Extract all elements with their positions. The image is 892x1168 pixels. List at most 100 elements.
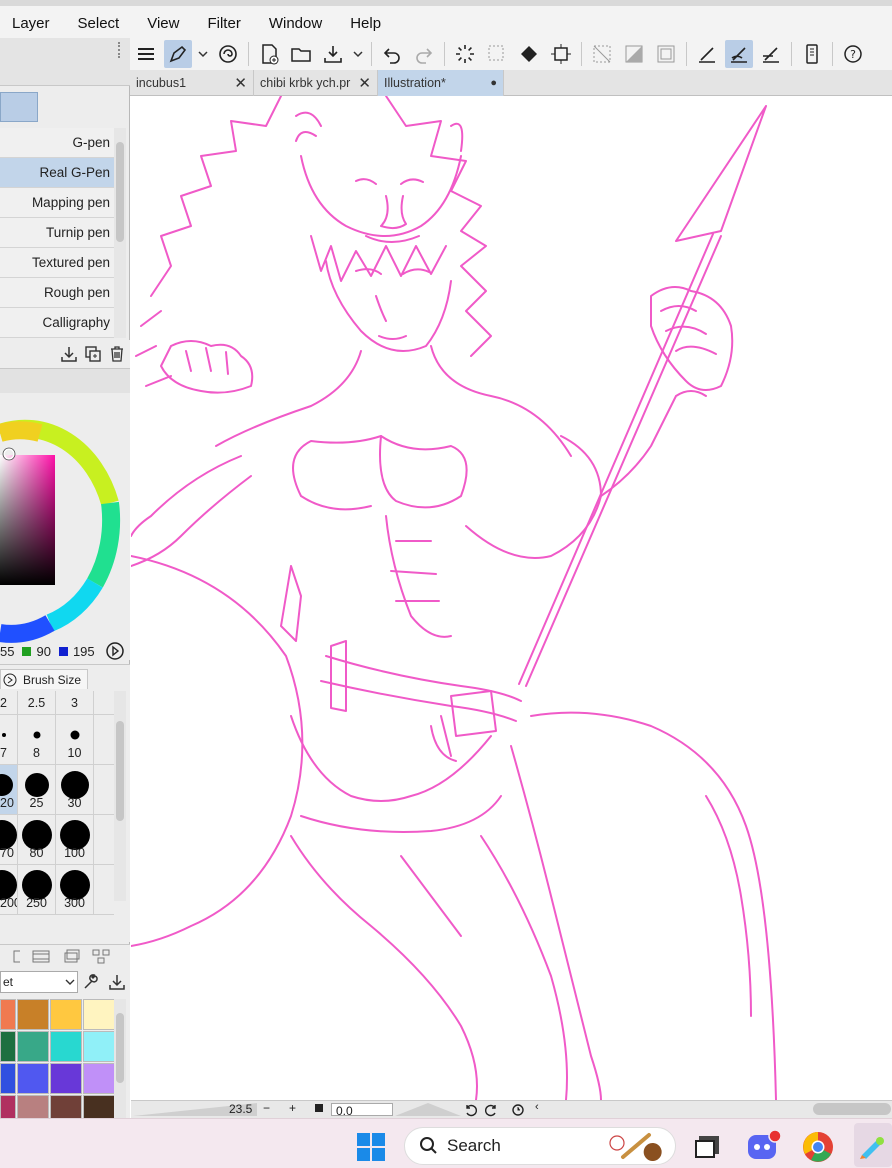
menu-icon[interactable] [132, 40, 160, 68]
brush-textured-pen[interactable]: Textured pen [0, 248, 114, 278]
angle-slider[interactable] [395, 1103, 461, 1116]
tab-incubus1[interactable]: incubus1 ✕ [130, 70, 254, 96]
help-icon[interactable]: ? [839, 40, 867, 68]
color-swatch[interactable] [0, 1031, 16, 1062]
size-cell[interactable]: 250 [18, 865, 56, 914]
windows-start-icon[interactable] [356, 1132, 386, 1162]
grip-icon[interactable] [118, 42, 124, 58]
size-cell[interactable]: 200 [0, 865, 18, 914]
color-swatch[interactable] [17, 999, 49, 1030]
rotate-right-icon[interactable] [485, 1103, 499, 1117]
frame-icon[interactable] [652, 40, 680, 68]
size-cell[interactable]: 10 [56, 715, 94, 764]
unsaved-dot-icon[interactable]: ● [484, 77, 497, 89]
device-icon[interactable] [798, 40, 826, 68]
tab-brush-size[interactable]: Brush Size [0, 669, 89, 689]
angle-field[interactable]: 0.0 [331, 1103, 393, 1118]
menu-layer[interactable]: Layer [0, 15, 64, 32]
size-cell[interactable]: 80 [18, 815, 56, 864]
pen-tool-icon[interactable] [164, 40, 192, 68]
color-swatch[interactable] [50, 1031, 82, 1062]
wrench-icon[interactable] [82, 973, 100, 991]
color-swatch[interactable] [0, 999, 16, 1030]
color-swatch[interactable] [17, 1063, 49, 1094]
menu-view[interactable]: View [133, 15, 193, 32]
undo-icon[interactable] [378, 40, 406, 68]
color-swatch[interactable] [83, 1031, 115, 1062]
film-icon[interactable] [2, 948, 20, 964]
import-icon[interactable] [108, 973, 126, 991]
size-cell[interactable]: 300 [56, 865, 94, 914]
color-wheel[interactable] [0, 393, 130, 643]
brush-calligraphy[interactable]: Calligraphy [0, 308, 114, 338]
clip-studio-taskbar-button[interactable] [854, 1123, 892, 1167]
close-icon[interactable]: ✕ [228, 74, 247, 92]
chrome-icon[interactable] [802, 1131, 834, 1163]
chevron-down-icon[interactable] [351, 40, 365, 68]
menu-filter[interactable]: Filter [193, 15, 254, 32]
size-cell-selected[interactable]: 20 [0, 765, 18, 814]
size-cell[interactable]: 7 [0, 715, 18, 764]
snap-special-ruler-icon[interactable] [757, 40, 785, 68]
taskbar-search[interactable]: Search [404, 1127, 676, 1165]
brush-size-scrollbar[interactable] [114, 691, 126, 901]
import-icon[interactable] [60, 345, 78, 363]
clear-icon[interactable] [588, 40, 616, 68]
selection-icon[interactable] [483, 40, 511, 68]
horizontal-scrollbar[interactable] [813, 1103, 891, 1115]
brush-turnip-pen[interactable]: Turnip pen [0, 218, 114, 248]
reset-zoom-button[interactable] [315, 1104, 323, 1112]
brush-rough-pen[interactable]: Rough pen [0, 278, 114, 308]
menu-window[interactable]: Window [255, 15, 336, 32]
fill-area-icon[interactable] [620, 40, 648, 68]
menu-select[interactable]: Select [64, 15, 134, 32]
new-file-icon[interactable] [255, 40, 283, 68]
sub-tool-group-button[interactable] [0, 92, 38, 122]
size-cell[interactable]: 25 [18, 765, 56, 814]
size-cell[interactable]: 70 [0, 815, 18, 864]
size-cell[interactable]: 30 [56, 765, 94, 814]
app-icon[interactable] [692, 1132, 722, 1160]
film-icon[interactable] [32, 948, 50, 964]
spiral-icon[interactable] [214, 40, 242, 68]
transform-icon[interactable] [547, 40, 575, 68]
brush-list-scrollbar[interactable] [114, 128, 126, 338]
reset-rotation-icon[interactable] [511, 1103, 525, 1117]
brush-mapping-pen[interactable]: Mapping pen [0, 188, 114, 218]
zoom-in-button[interactable]: + [289, 1101, 296, 1115]
drawing-canvas[interactable] [131, 96, 892, 1100]
rotate-left-icon[interactable] [463, 1103, 477, 1117]
ruler-pen-icon[interactable] [693, 40, 721, 68]
color-set-dropdown[interactable]: et [0, 971, 78, 993]
fill-bucket-icon[interactable] [515, 40, 543, 68]
color-swatch[interactable] [83, 999, 115, 1030]
size-cell[interactable]: 100 [56, 815, 94, 864]
snap-ruler-icon[interactable] [725, 40, 753, 68]
trash-icon[interactable] [108, 345, 126, 363]
chevron-down-icon[interactable] [196, 40, 210, 68]
palette-scrollbar[interactable] [114, 999, 126, 1127]
color-swatch[interactable] [0, 1063, 16, 1094]
play-icon[interactable] [105, 641, 125, 661]
menu-help[interactable]: Help [336, 15, 395, 32]
color-swatch[interactable] [83, 1063, 115, 1094]
brush-g-pen[interactable]: G-pen [0, 128, 114, 158]
open-folder-icon[interactable] [287, 40, 315, 68]
zoom-out-button[interactable]: − [263, 1101, 270, 1115]
redo-icon[interactable] [410, 40, 438, 68]
close-icon[interactable]: ✕ [352, 74, 371, 92]
hierarchy-icon[interactable] [92, 948, 110, 964]
brush-real-g-pen[interactable]: Real G-Pen [0, 158, 114, 188]
tab-chibi[interactable]: chibi krbk ych.pr ✕ [254, 70, 378, 96]
tab-illustration[interactable]: Illustration* ● [378, 70, 504, 96]
size-cell[interactable]: 8 [18, 715, 56, 764]
layers-icon[interactable] [62, 948, 80, 964]
chevron-left-icon[interactable]: ‹ [535, 1101, 539, 1113]
duplicate-icon[interactable] [84, 345, 102, 363]
save-icon[interactable] [319, 40, 347, 68]
color-swatch[interactable] [50, 1063, 82, 1094]
color-swatch[interactable] [50, 999, 82, 1030]
loading-spinner-icon[interactable] [451, 40, 479, 68]
discord-icon[interactable] [746, 1129, 782, 1163]
color-swatch[interactable] [17, 1031, 49, 1062]
